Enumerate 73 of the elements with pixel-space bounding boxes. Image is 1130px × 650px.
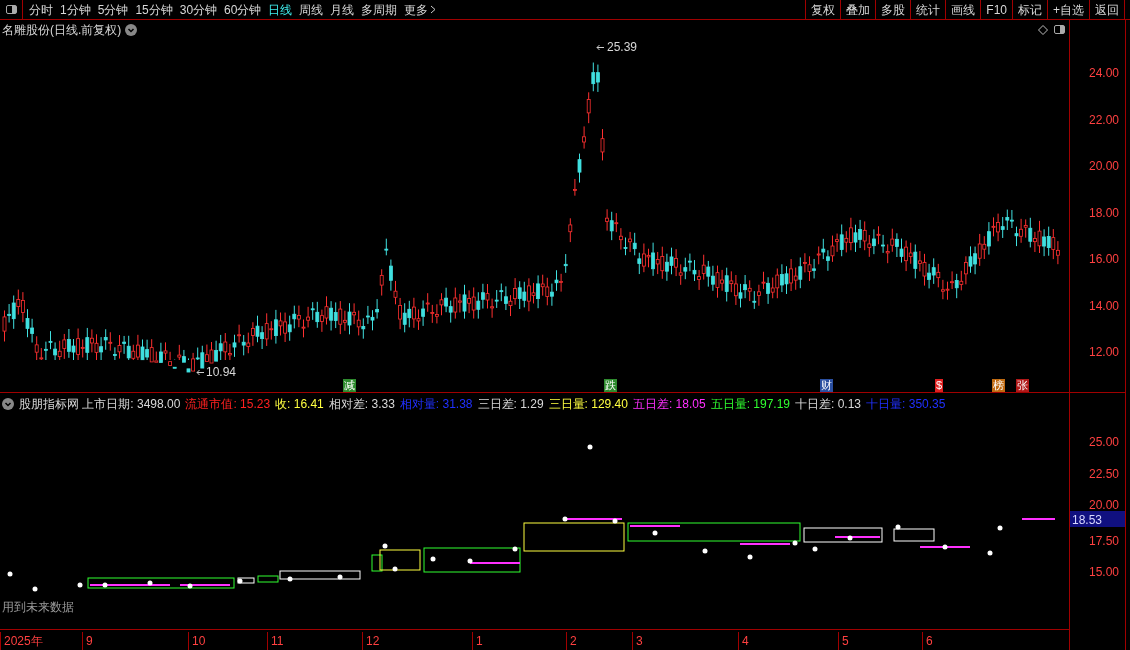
legend-item: 十日差: 0.13 bbox=[795, 396, 862, 413]
signal-tag: $ bbox=[935, 379, 944, 392]
period-tab[interactable]: 日线 bbox=[265, 0, 296, 19]
signal-tag: 减 bbox=[343, 379, 356, 392]
price-axis-label: 20.00 bbox=[1088, 158, 1119, 175]
legend-item: 流通市值: 15.23 bbox=[185, 396, 271, 413]
period-tab[interactable]: 60分钟 bbox=[221, 0, 265, 19]
signal-tag: 财 bbox=[820, 379, 833, 392]
period-tab[interactable]: 分时 bbox=[26, 0, 56, 19]
toolbar-button[interactable]: 叠加 bbox=[840, 0, 876, 19]
signal-tag: 榜 bbox=[992, 379, 1005, 392]
period-tab[interactable]: 1分钟 bbox=[57, 0, 94, 19]
legend-item: 三日量: 129.40 bbox=[548, 396, 628, 413]
chart-title: 名雕股份(日线.前复权) bbox=[2, 22, 122, 39]
diamond-icon[interactable] bbox=[1038, 25, 1048, 35]
warning-text: 用到未来数据 bbox=[2, 599, 74, 616]
high-price-label: 25.39 bbox=[607, 39, 638, 56]
indicator-axis-label: 17.50 bbox=[1088, 532, 1119, 550]
toolbar-button[interactable]: 标记 bbox=[1012, 0, 1047, 19]
toolbar-button[interactable]: +自选 bbox=[1047, 0, 1089, 19]
toggle-icon[interactable] bbox=[1054, 25, 1065, 34]
toolbar-button[interactable]: 画线 bbox=[945, 0, 981, 19]
toolbar-button[interactable]: 复权 bbox=[805, 0, 841, 19]
arrow-left-icon bbox=[596, 43, 605, 51]
time-axis-label: 2025年 bbox=[0, 632, 43, 650]
toolbar-button[interactable]: 统计 bbox=[910, 0, 946, 19]
time-axis-label: 12 bbox=[362, 632, 380, 650]
period-tab[interactable]: 更多 bbox=[401, 0, 440, 19]
low-price-label: 10.94 bbox=[206, 364, 237, 381]
toolbar-button[interactable]: 返回 bbox=[1089, 0, 1124, 19]
chevron-down-icon[interactable] bbox=[2, 398, 14, 410]
time-axis-label: 2 bbox=[566, 632, 577, 650]
time-axis-label: 6 bbox=[922, 632, 933, 650]
price-axis-label: 12.00 bbox=[1088, 344, 1119, 361]
legend-item: 收: 16.41 bbox=[275, 396, 324, 413]
indicator-axis-label: 22.50 bbox=[1088, 465, 1119, 483]
time-axis-label: 10 bbox=[188, 632, 206, 650]
legend-item: 十日量: 350.35 bbox=[866, 396, 946, 413]
toolbar-button[interactable]: 多股 bbox=[875, 0, 911, 19]
price-axis-label: 18.00 bbox=[1088, 204, 1119, 222]
signal-tag: 跌 bbox=[604, 379, 617, 392]
toggle-icon[interactable] bbox=[5, 5, 17, 14]
period-tab[interactable]: 多周期 bbox=[358, 0, 401, 19]
time-axis-label: 1 bbox=[472, 632, 483, 650]
time-axis-label: 9 bbox=[82, 632, 93, 650]
signal-tag: 张 bbox=[1016, 379, 1029, 392]
time-axis-label: 5 bbox=[838, 632, 849, 650]
period-tab[interactable]: 周线 bbox=[296, 0, 327, 19]
indicator-axis-label: 15.00 bbox=[1088, 564, 1119, 581]
arrow-left-icon bbox=[196, 368, 205, 376]
time-axis-label: 4 bbox=[738, 632, 749, 650]
legend-item: 五日量: 197.19 bbox=[710, 396, 790, 413]
legend-item: 五日差: 18.05 bbox=[632, 396, 706, 413]
indicator-axis-label: 25.00 bbox=[1088, 434, 1119, 451]
time-axis-label: 3 bbox=[632, 632, 643, 650]
period-tab[interactable]: 月线 bbox=[327, 0, 358, 19]
legend-item: 相对量: 31.38 bbox=[399, 396, 473, 413]
chevron-right-icon bbox=[430, 5, 437, 14]
legend-item: 相对差: 3.33 bbox=[328, 396, 395, 413]
price-axis-label: 22.00 bbox=[1088, 111, 1119, 129]
time-axis-label: 11 bbox=[267, 632, 284, 650]
price-axis-label: 14.00 bbox=[1088, 297, 1119, 315]
current-value-badge: 18.53 bbox=[1070, 511, 1125, 527]
period-tab[interactable]: 30分钟 bbox=[176, 0, 221, 19]
legend-item: 三日差: 1.29 bbox=[477, 396, 544, 413]
price-axis-label: 24.00 bbox=[1088, 65, 1119, 82]
period-tab[interactable]: 15分钟 bbox=[132, 0, 176, 19]
indicator-axis-label: 20.00 bbox=[1088, 497, 1119, 514]
period-tab[interactable]: 5分钟 bbox=[94, 0, 132, 19]
legend-item: 股朋指标网 上市日期: 3498.00 bbox=[19, 396, 181, 413]
toolbar-button[interactable]: F10 bbox=[980, 0, 1012, 19]
price-axis-label: 16.00 bbox=[1088, 251, 1119, 268]
chevron-down-icon[interactable] bbox=[125, 24, 138, 36]
